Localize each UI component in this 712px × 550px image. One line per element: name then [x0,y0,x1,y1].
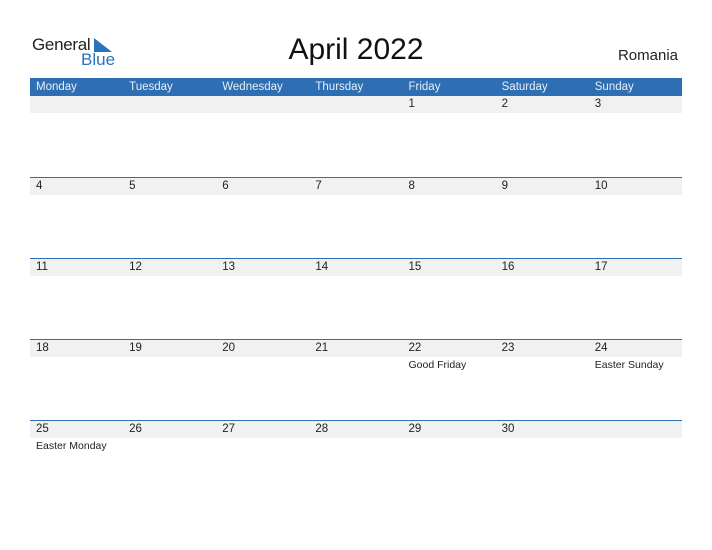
day-cell: 9 [496,178,589,238]
week-cells: 1 2 3 [30,96,682,156]
day-number: 28 [315,423,329,435]
day-cell [309,96,402,156]
day-number: 4 [36,180,43,192]
weekday-tuesday: Tuesday [129,81,173,93]
week-cells: 11 12 13 14 15 16 17 [30,259,682,319]
week-row: 25 Easter Monday 26 27 28 29 30 [30,420,682,502]
holiday-label: Easter Monday [36,440,107,452]
day-number: 9 [501,180,509,192]
weekday-header: Monday Tuesday Wednesday Thursday Friday… [30,78,682,96]
day-cell: 16 [496,259,589,319]
day-cell: 26 [123,421,216,481]
day-number: 22 [408,342,422,354]
day-number: 24 [594,342,608,354]
day-number: 20 [222,342,236,354]
week-cells: 4 5 6 7 8 9 10 [30,178,682,238]
day-cell: 1 [403,96,496,156]
day-number: 17 [594,261,608,273]
day-cell: 17 [589,259,682,319]
day-cell: 25 Easter Monday [30,421,123,481]
day-number: 30 [501,423,515,435]
holiday-label: Easter Sunday [594,359,664,371]
day-number: 3 [594,98,602,110]
day-number: 25 [36,423,49,435]
day-cell: 8 [403,178,496,238]
day-number: 10 [594,180,608,192]
day-cell: 30 [496,421,589,481]
day-cell: 6 [216,178,309,238]
day-number: 18 [36,342,49,354]
day-number: 13 [222,261,236,273]
day-cell: 4 [30,178,123,238]
day-cell: 14 [309,259,402,319]
day-cell: 20 [216,340,309,400]
day-cell: 27 [216,421,309,481]
day-number: 11 [36,261,48,273]
day-cell: 7 [309,178,402,238]
page-title: April 2022 [288,33,424,66]
day-cell [589,421,682,481]
day-number [222,96,309,113]
day-number [129,96,216,113]
week-cells: 25 Easter Monday 26 27 28 29 30 [30,421,682,481]
day-cell: 13 [216,259,309,319]
weekday-friday: Friday [408,81,441,93]
day-number: 1 [408,98,415,110]
day-cell [123,96,216,156]
day-number: 2 [501,98,509,110]
day-cell: 5 [123,178,216,238]
day-number [315,96,402,113]
weekday-sunday: Sunday [594,81,634,93]
week-row: 11 12 13 14 15 16 17 [30,258,682,340]
day-number: 19 [129,342,142,354]
day-cell: 24 Easter Sunday [589,340,682,400]
day-number [595,421,682,438]
week-row: 4 5 6 7 8 9 10 [30,177,682,259]
country-label: Romania [617,47,678,64]
weekday-wednesday: Wednesday [222,81,283,93]
day-cell: 10 [589,178,682,238]
day-cell: 12 [123,259,216,319]
day-cell: 11 [30,259,123,319]
week-cells: 18 19 20 21 22 Good Friday 23 24 Easter Sunday [30,340,682,400]
day-cell: 19 [123,340,216,400]
day-cell: 22 Good Friday [403,340,496,400]
day-cell: 18 [30,340,123,400]
day-cell: 15 [403,259,496,319]
day-number: 12 [129,261,142,273]
week-row: 1 2 3 [30,96,682,177]
day-number: 8 [408,180,415,192]
day-cell [30,96,123,156]
day-number: 23 [501,342,515,354]
week-row: 18 19 20 21 22 Good Friday 23 24 Easter Sunday [30,339,682,421]
day-number: 21 [315,342,329,354]
day-number: 14 [315,261,329,273]
day-cell: 3 [589,96,682,156]
day-number [36,96,123,113]
day-number: 27 [222,423,236,435]
day-number: 5 [129,180,136,192]
day-cell [216,96,309,156]
day-number: 29 [408,423,422,435]
day-cell: 21 [309,340,402,400]
day-cell: 29 [403,421,496,481]
day-cell: 28 [309,421,402,481]
day-number: 7 [315,180,322,192]
day-number: 6 [222,180,229,192]
day-number: 15 [408,261,422,273]
day-cell: 23 [496,340,589,400]
weekday-saturday: Saturday [501,81,548,93]
day-number: 26 [129,423,142,435]
day-number: 16 [501,261,515,273]
weekday-thursday: Thursday [315,81,364,93]
day-cell: 2 [496,96,589,156]
holiday-label: Good Friday [408,359,467,371]
weekday-monday: Monday [36,81,77,93]
